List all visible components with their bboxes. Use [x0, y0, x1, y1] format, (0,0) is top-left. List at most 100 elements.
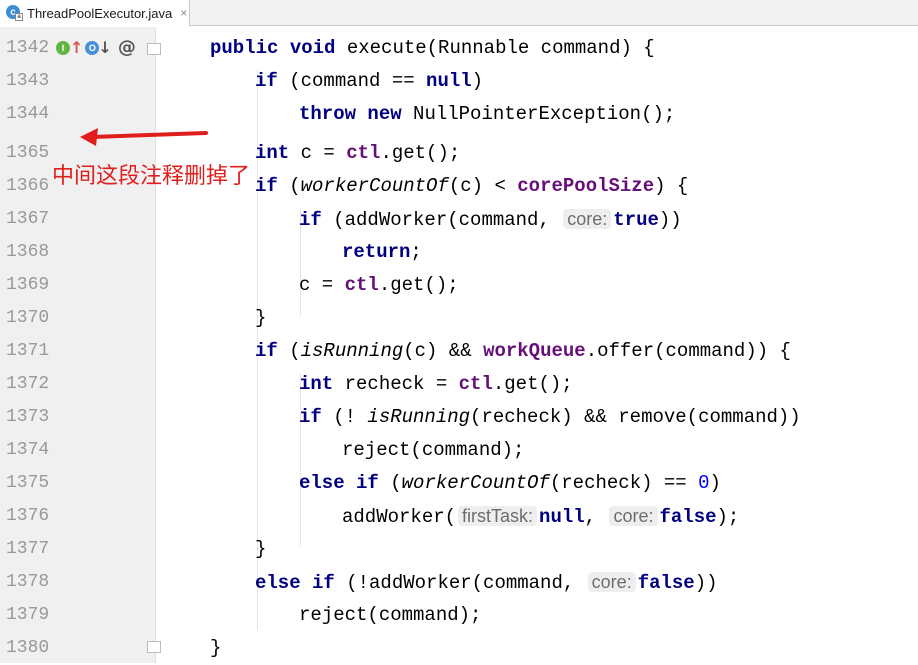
line-number: 1379 — [6, 605, 50, 625]
line-number: 1375 — [6, 473, 50, 493]
code-token: ) { — [654, 175, 689, 197]
code-token: ( — [277, 175, 301, 197]
keyword: void — [289, 37, 336, 59]
code-line[interactable]: 1369 c = ctl.get(); — [0, 269, 918, 302]
code-text[interactable]: } — [210, 632, 221, 665]
code-token: ) — [709, 472, 721, 494]
code-text[interactable]: reject(command); — [299, 599, 481, 632]
code-line[interactable]: 1374 reject(command); — [0, 434, 918, 467]
code-token: addWorker( — [342, 506, 457, 528]
code-line[interactable]: 1372 int recheck = ctl.get(); — [0, 368, 918, 401]
code-line[interactable]: 1376 addWorker(firstTask: null, core: fals… — [0, 500, 918, 533]
line-number: 1370 — [6, 308, 50, 328]
code-token: workerCountOf — [401, 472, 550, 494]
tab-threadpoolexecutor[interactable]: ca ThreadPoolExecutor.java × — [0, 0, 190, 26]
code-text[interactable]: else if (workerCountOf(recheck) == 0) — [299, 467, 721, 500]
code-token: false — [659, 506, 717, 528]
code-token: ( — [277, 340, 301, 362]
parameter-hint: core: — [563, 209, 612, 229]
code-line[interactable]: 1373 if (! isRunning(recheck) && remove(… — [0, 401, 918, 434]
code-token: ctl — [346, 142, 381, 164]
code-text[interactable]: } — [255, 533, 266, 566]
line-number: 1344 — [6, 104, 50, 124]
code-token: c = — [289, 142, 347, 164]
code-text[interactable]: return; — [342, 236, 422, 269]
code-text[interactable]: if (addWorker(command, core: true)) — [299, 203, 682, 236]
code-line[interactable]: 1375 else if (workerCountOf(recheck) == … — [0, 467, 918, 500]
parameter-hint: firstTask: — [458, 506, 538, 526]
line-number: 1365 — [6, 143, 50, 163]
code-line[interactable]: 1368 return; — [0, 236, 918, 269]
code-text[interactable]: throw new NullPointerException(); — [299, 98, 675, 131]
code-token: reject(command); — [299, 604, 482, 626]
code-token: } — [255, 538, 267, 560]
code-line[interactable]: 1377 } — [0, 533, 918, 566]
line-number: 1380 — [6, 638, 50, 658]
code-token: } — [255, 307, 267, 329]
code-line[interactable]: 1380 } — [0, 632, 918, 665]
code-token: if — [299, 406, 322, 428]
code-token: if — [312, 572, 335, 594]
keyword: public — [210, 37, 279, 59]
code-token: else — [299, 472, 345, 494]
code-line[interactable]: 1367 if (addWorker(command, core: true)) — [0, 203, 918, 236]
code-token: execute(Runnable command) { — [335, 37, 655, 59]
line-number: 1374 — [6, 440, 50, 460]
code-token: (recheck) == — [549, 472, 699, 494]
code-token: isRunning — [300, 340, 404, 362]
code-text[interactable]: else if (!addWorker(command, core: false)… — [255, 566, 718, 599]
close-icon[interactable]: × — [180, 6, 187, 20]
code-line[interactable]: 1370 } — [0, 302, 918, 335]
code-token: (c) < — [448, 175, 518, 197]
code-token: ( — [378, 472, 402, 494]
code-text[interactable]: } — [255, 302, 266, 335]
code-token: return — [342, 241, 411, 263]
parameter-hint: core: — [609, 506, 658, 526]
code-token: false — [637, 572, 695, 594]
code-token: (command == — [277, 70, 427, 92]
code-line[interactable]: 1379 reject(command); — [0, 599, 918, 632]
code-token: new — [367, 103, 402, 125]
code-token: (addWorker(command, — [321, 209, 562, 231]
line-number: 1366 — [6, 176, 50, 196]
code-token: null — [539, 506, 585, 528]
code-line[interactable]: 1342 public void execute(Runnable comman… — [0, 32, 918, 65]
code-token: reject(command); — [342, 439, 525, 461]
code-text[interactable]: c = ctl.get(); — [299, 269, 459, 302]
code-token: throw — [299, 103, 357, 125]
code-token: )) — [658, 209, 682, 231]
code-text[interactable]: int c = ctl.get(); — [255, 137, 460, 170]
code-token: 0 — [698, 472, 710, 494]
code-text[interactable]: if (isRunning(c) && workQueue.offer(comm… — [255, 335, 791, 368]
code-token: .get(); — [380, 142, 461, 164]
code-token: NullPointerException(); — [401, 103, 676, 125]
code-text[interactable]: if (! isRunning(recheck) && remove(comma… — [299, 401, 801, 434]
code-text[interactable]: int recheck = ctl.get(); — [299, 368, 573, 401]
code-token: corePoolSize — [517, 175, 655, 197]
code-token: ; — [410, 241, 422, 263]
code-text[interactable]: addWorker(firstTask: null, core: false); — [342, 500, 739, 533]
code-token: null — [426, 70, 472, 92]
code-token: .offer(command)) { — [585, 340, 791, 362]
editor-tab-bar: ca ThreadPoolExecutor.java × — [0, 0, 918, 26]
code-text[interactable]: if (command == null) — [255, 65, 483, 98]
code-token: if — [255, 175, 278, 197]
line-number: 1368 — [6, 242, 50, 262]
code-line[interactable]: 1371 if (isRunning(c) && workQueue.offer… — [0, 335, 918, 368]
code-token: ctl — [458, 373, 493, 395]
code-line[interactable]: 1343 if (command == null) — [0, 65, 918, 98]
code-token: if — [255, 70, 278, 92]
code-token: isRunning — [367, 406, 471, 428]
line-number: 1378 — [6, 572, 50, 592]
code-text[interactable]: reject(command); — [342, 434, 524, 467]
code-text[interactable]: public void execute(Runnable command) { — [210, 32, 655, 65]
annotation-arrow-icon — [80, 128, 208, 146]
line-number: 1377 — [6, 539, 50, 559]
code-line[interactable]: 1378 else if (!addWorker(command, core: f… — [0, 566, 918, 599]
code-token: int — [255, 142, 290, 164]
code-token: if — [255, 340, 278, 362]
code-text[interactable]: if (workerCountOf(c) < corePoolSize) { — [255, 170, 688, 203]
